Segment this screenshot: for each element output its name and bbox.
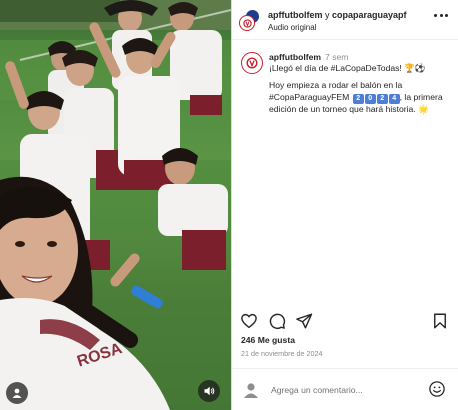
- post-actions: [232, 310, 458, 334]
- year-digit: 2: [352, 93, 364, 104]
- speaker-icon: [204, 386, 215, 396]
- username-connector: y: [325, 10, 330, 20]
- audio-label[interactable]: Audio original: [268, 23, 316, 32]
- caption-author-avatar[interactable]: [241, 52, 263, 74]
- bookmark-icon: [434, 313, 446, 329]
- more-options-button[interactable]: [434, 14, 448, 18]
- post-header: apffutbolfem y copaparaguayapf Audio ori…: [232, 0, 458, 40]
- header-usernames: apffutbolfem y copaparaguayapf: [268, 10, 407, 21]
- caption-line-1: ¡Llegó el día de #LaCopaDeTodas! 🏆⚽: [269, 63, 426, 74]
- save-button[interactable]: [431, 312, 449, 330]
- year-digit: 2: [376, 93, 388, 104]
- caption-text: apffutbolfem 7 sem ¡Llegó el día de #LaCo…: [269, 52, 453, 121]
- emoji-button[interactable]: [428, 380, 446, 398]
- team-photo: ROSA: [0, 0, 231, 410]
- post-date: 21 de noviembre de 2024: [241, 349, 323, 358]
- heart-icon: [241, 313, 257, 329]
- user-icon: [244, 383, 258, 398]
- author-username[interactable]: apffutbolfem: [268, 10, 323, 20]
- likes-count[interactable]: 246 Me gusta: [241, 335, 295, 345]
- year-digit: 0: [364, 93, 376, 104]
- like-button[interactable]: [240, 312, 258, 330]
- collaborator-username[interactable]: copaparaguayapf: [332, 10, 407, 20]
- send-icon: [296, 313, 313, 329]
- author-avatar: [239, 15, 255, 31]
- tagged-user-button[interactable]: [6, 382, 28, 404]
- current-user-avatar: [242, 381, 260, 399]
- apf-logo-icon: [242, 18, 252, 28]
- year-digit: 4: [388, 93, 400, 104]
- post-time[interactable]: 7 sem: [325, 52, 348, 62]
- share-button[interactable]: [295, 312, 313, 330]
- apf-logo-icon: [246, 57, 258, 69]
- comment-bar: [232, 369, 458, 410]
- post-details-panel: apffutbolfem y copaparaguayapf Audio ori…: [232, 0, 458, 410]
- comment-input[interactable]: [271, 383, 421, 397]
- post-media[interactable]: ROSA: [0, 0, 231, 410]
- caption-username[interactable]: apffutbolfem: [269, 52, 321, 62]
- collab-avatars[interactable]: [239, 9, 261, 31]
- audio-toggle-button[interactable]: [198, 380, 220, 402]
- more-icon: [434, 14, 437, 17]
- user-icon: [12, 388, 22, 398]
- emoji-icon: [429, 381, 445, 397]
- comment-icon: [269, 313, 286, 330]
- comment-button[interactable]: [268, 312, 286, 330]
